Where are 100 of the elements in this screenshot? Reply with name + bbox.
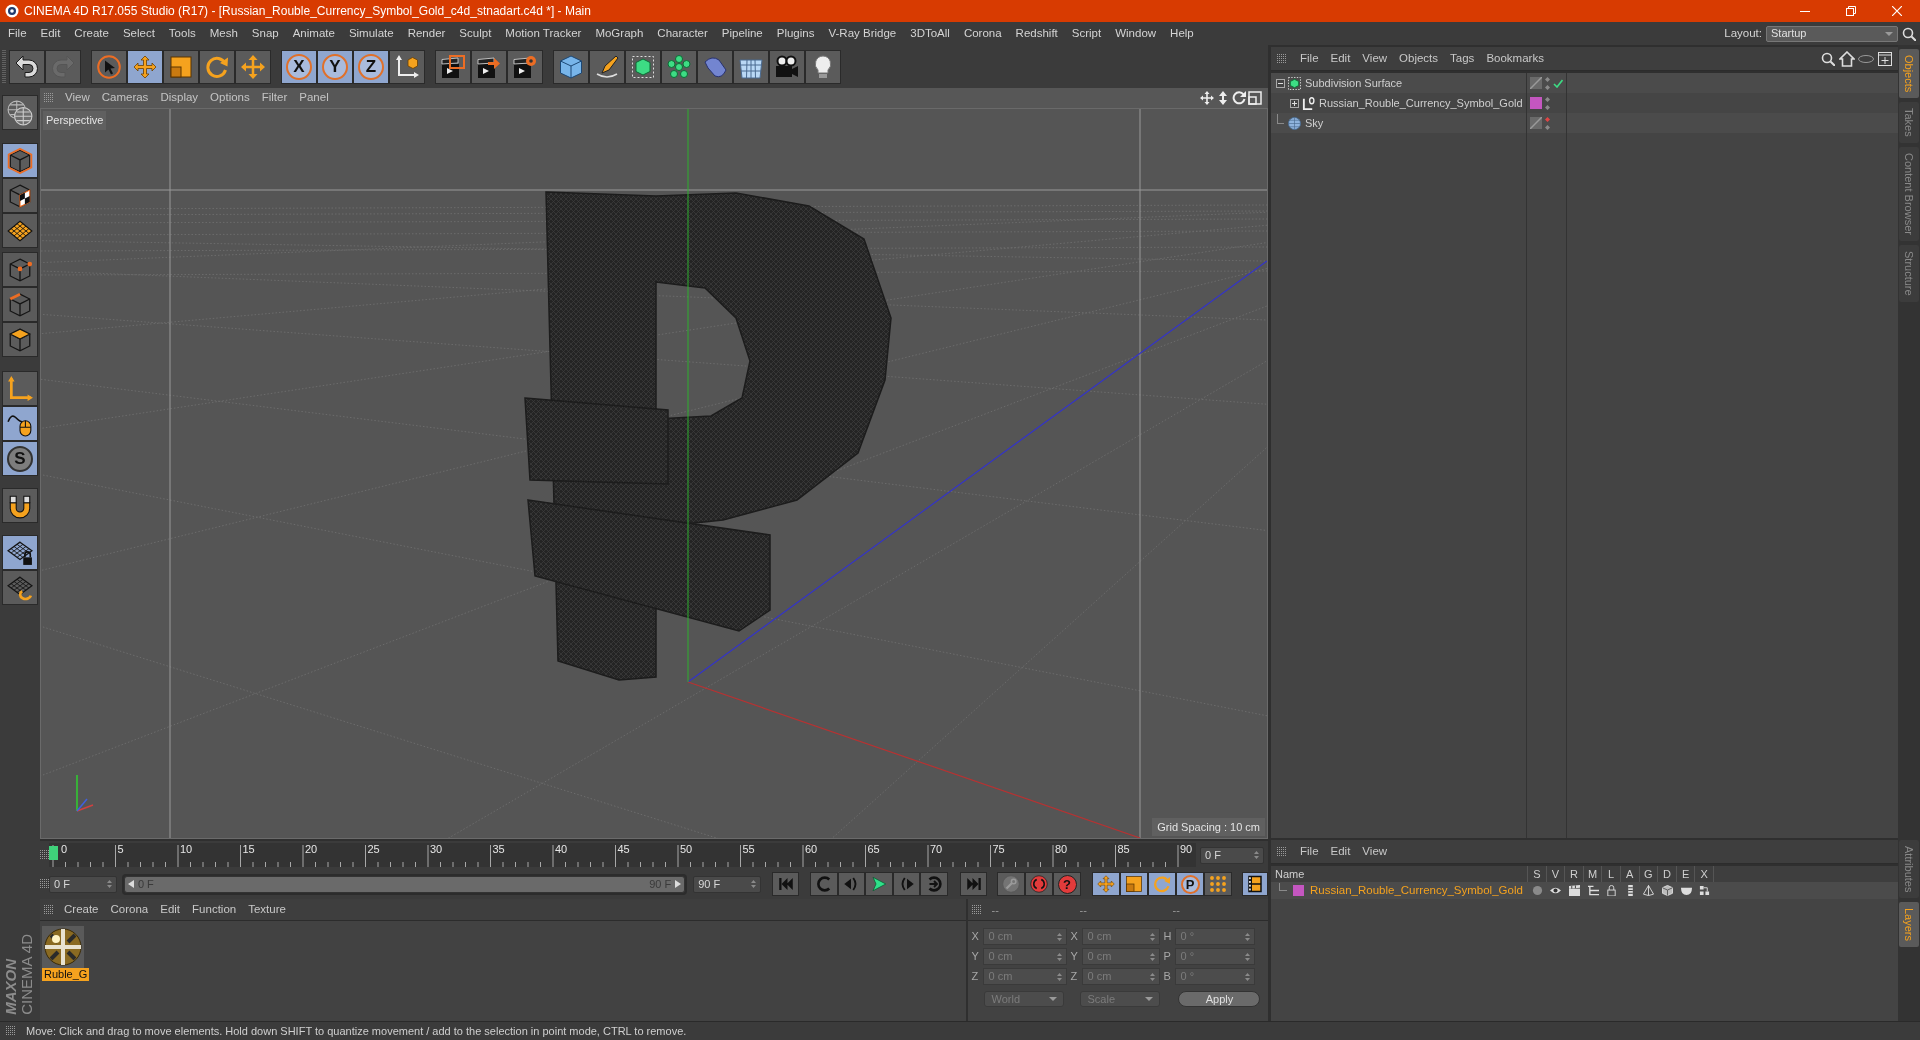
cube-button[interactable] [553,49,589,84]
texture-mode-button[interactable] [2,178,38,213]
rotate-tool-button[interactable] [199,49,235,84]
menu-item[interactable]: Motion Tracker [498,24,589,43]
viewport-menu-item[interactable]: Panel [293,89,335,107]
menu-item[interactable]: Sculpt [452,24,499,43]
object-name[interactable]: Subdivision Surface [1305,74,1403,92]
viewport-menu-item[interactable]: Cameras [95,89,155,107]
playhead-marker[interactable] [48,846,58,860]
side-tab[interactable]: Objects [1899,49,1919,99]
object-menu-item[interactable]: Bookmarks [1480,49,1550,68]
light-button[interactable] [805,49,841,84]
eye-icon[interactable] [1550,885,1562,896]
column-header[interactable]: S [1533,865,1541,883]
object-name[interactable]: Sky [1305,114,1324,132]
points-mode-button[interactable] [2,252,38,287]
material-menu-item[interactable]: Texture [242,900,292,919]
layout-dropdown[interactable]: Startup [1766,25,1898,42]
menu-item[interactable]: File [1,24,34,43]
column-header[interactable]: A [1626,865,1634,883]
render-view-button[interactable] [435,49,471,84]
lock-workplane-button[interactable] [2,535,38,570]
z-axis-button[interactable]: Z [353,49,389,84]
snap-button[interactable]: S [2,441,38,476]
menu-item[interactable]: Animate [285,24,342,43]
scale-tool-button[interactable] [163,49,199,84]
menu-item[interactable]: MoGraph [588,24,651,43]
material-menu-item[interactable]: Function [186,900,243,919]
hierarchy-icon[interactable] [1587,885,1599,896]
menu-item[interactable]: Character [650,24,715,43]
start-frame-field[interactable]: 0 F [49,875,117,893]
column-header[interactable]: E [1681,865,1690,883]
menu-item[interactable]: Snap [244,24,286,43]
column-header[interactable]: G [1644,865,1653,883]
floor-button[interactable] [733,49,769,84]
maximize-view-button[interactable] [1247,90,1262,106]
object-menu-item[interactable]: Objects [1393,49,1445,68]
orbit-button[interactable] [1231,90,1246,106]
make-editable-button[interactable] [2,95,38,130]
object-menu-item[interactable]: Edit [1324,49,1357,68]
material-menu-item[interactable]: Edit [154,900,187,919]
visibility-dots-icon[interactable] [1545,116,1550,130]
tweak-mode-button[interactable] [2,406,38,441]
menu-item[interactable]: Tools [161,24,203,43]
column-header[interactable]: Name [1275,865,1305,883]
menu-item[interactable]: Script [1064,24,1109,43]
pen-button[interactable] [589,49,625,84]
layer-name[interactable]: Russian_Rouble_Currency_Symbol_Gold [1310,881,1523,900]
layer-menu-item[interactable]: File [1294,842,1325,861]
layer-swatch[interactable] [1293,885,1304,896]
next-key-button[interactable] [920,872,949,896]
key-parameter-button[interactable]: P [1176,872,1205,896]
viewport-menu-item[interactable]: View [59,89,96,107]
play-button[interactable] [865,872,893,896]
menu-item[interactable]: Edit [33,24,68,43]
new-window-button[interactable] [1876,49,1894,68]
menu-item[interactable]: Plugins [769,24,822,43]
material-menu-item[interactable]: Create [58,900,105,919]
minus-box-icon[interactable] [1276,78,1285,88]
model-mode-button[interactable] [2,143,38,178]
bowl-icon[interactable] [1680,885,1692,896]
clapperboard-icon[interactable] [1569,885,1580,896]
last-frame-button[interactable] [960,872,988,896]
question-button[interactable]: ? [1053,872,1082,896]
move-view-button[interactable] [1199,90,1214,106]
column-header[interactable]: R [1570,865,1578,883]
menu-item[interactable]: Select [115,24,162,43]
coordinate-system-button[interactable] [389,49,425,84]
node-icon[interactable] [1699,885,1711,896]
menu-item[interactable]: Help [1163,24,1201,43]
menu-item[interactable]: Mesh [202,24,245,43]
magnet-button[interactable] [2,488,38,523]
camera-button[interactable] [769,49,805,84]
menu-item[interactable]: Corona [956,24,1009,43]
cloner-button[interactable] [661,49,697,84]
current-frame-field[interactable]: 0 F [1200,846,1264,864]
dot-icon[interactable] [1531,885,1543,896]
key-rotation-button[interactable] [1148,872,1177,896]
first-frame-button[interactable] [772,872,800,896]
check-icon[interactable] [1553,78,1563,88]
column-header[interactable]: D [1662,865,1671,883]
x-axis-button[interactable]: X [281,49,317,84]
viewport-menu-item[interactable]: Display [154,89,205,107]
object-menu-item[interactable]: Tags [1444,49,1481,68]
object-row[interactable]: Sky [1271,113,1898,133]
polygons-mode-button[interactable] [2,322,38,357]
transform-tool-button[interactable] [235,49,271,84]
object-menu-item[interactable]: View [1356,49,1394,68]
menu-item[interactable]: Render [400,24,453,43]
key-point-level-button[interactable] [1204,872,1233,896]
move-tool-button[interactable] [127,49,163,84]
object-menu-item[interactable]: File [1294,49,1325,68]
home-button[interactable] [1838,49,1856,68]
timeline-button[interactable] [1242,872,1268,896]
visibility-dots-icon[interactable] [1545,76,1550,90]
axis-mode-button[interactable] [2,371,38,406]
select-tool-button[interactable] [91,49,127,84]
material-name[interactable]: Ruble_G [42,968,90,981]
viewport-menu-item[interactable]: Options [204,89,256,107]
visibility-dots-icon[interactable] [1545,96,1550,110]
